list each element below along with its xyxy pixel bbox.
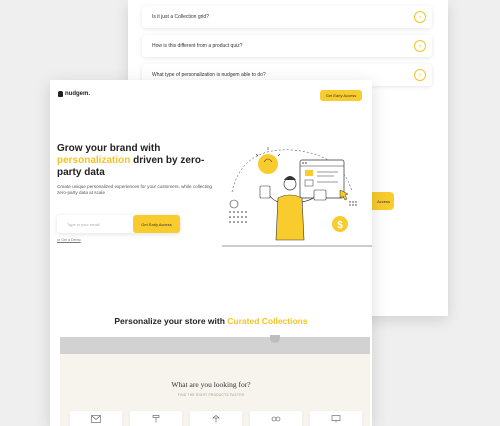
category-card[interactable] <box>250 411 302 426</box>
chevron-right-icon[interactable]: › <box>414 69 426 81</box>
hero-illustration: $ <box>222 147 372 247</box>
brand-logo[interactable]: nudgem. <box>58 91 90 97</box>
brand-name: nudgem. <box>65 91 90 97</box>
demo-link[interactable]: or Get a Demo <box>57 238 81 242</box>
svg-text:$: $ <box>337 220 343 231</box>
landing-page: nudgem. Get Early Access Grow your brand… <box>50 80 372 426</box>
hero-title-line1: Grow your brand with <box>57 143 161 154</box>
category-card[interactable] <box>130 411 182 426</box>
logo-icon <box>58 91 63 97</box>
section-title-highlight: Curated Collections <box>227 316 308 326</box>
section-title-prefix: Personalize your store with <box>114 316 225 326</box>
envelope-icon <box>91 415 101 423</box>
hero-subtitle: Create unique personalized experiences f… <box>57 184 212 195</box>
category-card[interactable] <box>190 411 242 426</box>
faq-question: What type of personalization is nudgem a… <box>152 72 266 78</box>
faq-item[interactable]: How is this different from a product qui… <box>142 35 432 57</box>
category-card[interactable] <box>70 411 122 426</box>
chevron-right-icon[interactable]: › <box>414 11 426 23</box>
category-card[interactable] <box>310 411 362 426</box>
looking-for-heading: What are you looking for? <box>171 380 251 389</box>
lamp-icon <box>212 415 220 423</box>
section-title: Personalize your store with Curated Coll… <box>50 316 372 326</box>
faq-question: How is this different from a product qui… <box>152 43 243 49</box>
stool-icon <box>152 415 160 423</box>
lightbulb-icon <box>258 154 278 174</box>
email-input[interactable] <box>61 215 131 233</box>
dot-grid-decoration <box>229 211 247 223</box>
monitor-icon <box>331 415 341 423</box>
looking-for-subheading: FIND THE RIGHT PRODUCTS FASTER <box>177 393 245 397</box>
bow-icon <box>271 416 281 422</box>
chevron-right-icon[interactable]: › <box>414 40 426 52</box>
faq-item[interactable]: Is it just a Collection grid? › <box>142 6 432 28</box>
email-signup-form: Get Early Access <box>57 215 180 233</box>
hero-title-highlight: personalization <box>57 155 131 166</box>
nav-early-access-button[interactable]: Get Early Access <box>320 90 362 101</box>
hero-title: Grow your brand with personalization dri… <box>57 143 217 179</box>
faq-question: Is it just a Collection grid? <box>152 14 209 20</box>
early-access-button[interactable]: Get Early Access <box>133 215 180 233</box>
collection-banner <box>60 337 370 354</box>
